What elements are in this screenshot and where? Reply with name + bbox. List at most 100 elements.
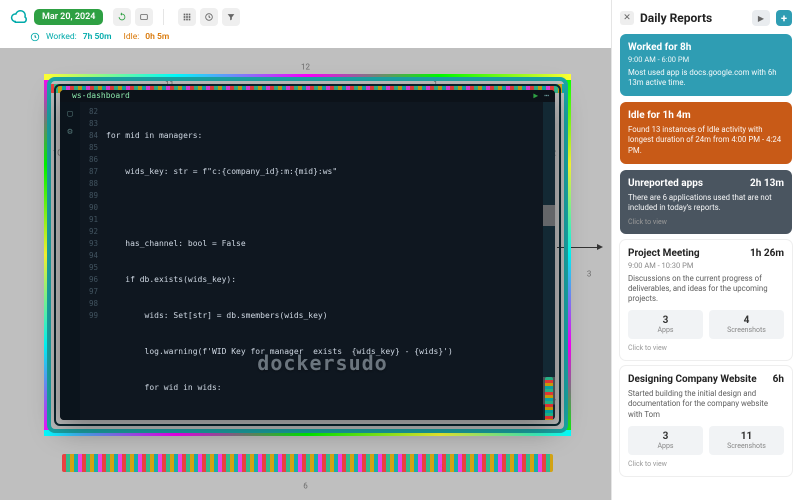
line-number: 90 xyxy=(80,202,98,214)
card-desc: Found 13 instances of Idle activity with… xyxy=(628,125,784,155)
stat-row: 3Apps 11Screenshots xyxy=(628,426,784,455)
line-number: 95 xyxy=(80,262,98,274)
play-icon: ▶ xyxy=(758,14,764,23)
add-report-button[interactable]: + xyxy=(776,10,792,26)
stat-screenshots[interactable]: 4Screenshots xyxy=(709,310,784,339)
line-number: 91 xyxy=(80,214,98,226)
line-number: 85 xyxy=(80,142,98,154)
stat-number: 4 xyxy=(711,315,782,326)
screenshot-stack[interactable]: ws-dashboard ▶ ⋯ publish.py get_managers… xyxy=(40,70,575,440)
code-line: for wid in wids: xyxy=(106,382,537,394)
worked-label: Worked: xyxy=(46,32,77,42)
card-title: Unreported apps xyxy=(628,178,703,189)
left-panel: Mar 20, 2024 Worked: 7h 50m Idle: 0h 5m … xyxy=(0,0,612,500)
reports-header: ✕ Daily Reports ▶ + xyxy=(612,0,800,34)
stat-label: Screenshots xyxy=(711,326,782,334)
code-editor-window: ws-dashboard ▶ ⋯ publish.py get_managers… xyxy=(60,90,555,420)
card-worked[interactable]: Worked for 8h 9:00 AM - 6:00 PM Most use… xyxy=(620,34,792,96)
grid-view-button[interactable] xyxy=(178,8,196,26)
card-project-meeting[interactable]: Project Meeting 1h 26m 9:00 AM - 10:30 PM… xyxy=(620,240,792,360)
stat-apps[interactable]: 3Apps xyxy=(628,426,703,455)
code-line: log.warning(f'WID Key for manager exists… xyxy=(106,346,537,358)
idle-value: 0h 5m xyxy=(145,32,169,42)
code-line: has_channel: bool = False xyxy=(106,238,537,250)
click-to-view: Click to view xyxy=(628,218,784,226)
screenshot-icon xyxy=(139,12,149,22)
stat-number: 11 xyxy=(711,431,782,442)
editor-activity-bar: ▢ ⚙ xyxy=(60,102,80,420)
code-line: wids: Set[str] = db.smembers(wids_key) xyxy=(106,310,537,322)
grid-icon xyxy=(182,12,192,22)
play-reports-button[interactable]: ▶ xyxy=(752,10,770,26)
stat-screenshots[interactable]: 11Screenshots xyxy=(709,426,784,455)
minimap[interactable] xyxy=(543,102,555,420)
card-title: Designing Company Website xyxy=(628,374,757,385)
filter-icon xyxy=(226,12,236,22)
code-line: wids_key: str = f"c:{company_id}:m:{mid}… xyxy=(106,166,537,178)
stat-label: Apps xyxy=(630,326,701,334)
stat-label: Apps xyxy=(630,442,701,450)
code-line: if db.exists(wids_key): xyxy=(106,274,537,286)
card-title: Project Meeting xyxy=(628,248,700,259)
line-number: 86 xyxy=(80,154,98,166)
code-line xyxy=(106,202,537,214)
stat-number: 3 xyxy=(630,315,701,326)
line-number: 94 xyxy=(80,250,98,262)
line-number: 83 xyxy=(80,118,98,130)
line-number: 96 xyxy=(80,274,98,286)
card-unreported[interactable]: Unreported apps2h 13m There are 6 applic… xyxy=(620,170,792,234)
run-icon[interactable]: ▶ xyxy=(533,90,538,102)
card-title: Idle for 1h 4m xyxy=(628,110,691,121)
stat-label: Screenshots xyxy=(711,442,782,450)
card-duration: 6h xyxy=(773,374,784,385)
close-icon: ✕ xyxy=(623,13,631,23)
clock-num-6: 6 xyxy=(303,481,308,490)
timeline-clock-area[interactable]: 12 1 2 3 4 5 6 11 10 ws-dashboard xyxy=(0,48,611,500)
refresh-button[interactable] xyxy=(113,8,131,26)
clock-icon xyxy=(204,12,214,22)
app-root: Mar 20, 2024 Worked: 7h 50m Idle: 0h 5m … xyxy=(0,0,800,500)
editor-titlebar: ws-dashboard ▶ ⋯ xyxy=(60,90,555,102)
plus-icon: + xyxy=(781,12,787,25)
line-number: 92 xyxy=(80,226,98,238)
card-subtitle: 9:00 AM - 10:30 PM xyxy=(628,261,784,270)
editor-body: ▢ ⚙ 82 83 84 85 86 87 88 89 90 xyxy=(60,102,555,420)
line-number: 88 xyxy=(80,178,98,190)
code-line: if isinstance(wid, bytes): wid = wid.dec… xyxy=(106,418,537,420)
stat-row: 3Apps 4Screenshots xyxy=(628,310,784,339)
stat-number: 3 xyxy=(630,431,701,442)
settings-icon[interactable]: ⚙ xyxy=(67,126,72,138)
work-summary-bar: Worked: 7h 50m Idle: 0h 5m xyxy=(0,30,611,48)
clock-num-3: 3 xyxy=(587,270,592,279)
worked-value: 7h 50m xyxy=(83,32,112,42)
debug-icon[interactable]: ⋯ xyxy=(544,90,549,102)
package-icon[interactable]: ▢ xyxy=(67,108,72,120)
reports-title: Daily Reports xyxy=(640,11,746,25)
close-button[interactable]: ✕ xyxy=(620,11,634,25)
card-duration: 1h 26m xyxy=(750,248,784,259)
refresh-icon xyxy=(117,12,127,22)
idle-label: Idle: xyxy=(124,32,140,42)
code-area[interactable]: for mid in managers: wids_key: str = f"c… xyxy=(102,102,543,420)
card-duration: 2h 13m xyxy=(750,178,784,189)
top-toolbar: Mar 20, 2024 xyxy=(0,0,611,30)
time-view-button[interactable] xyxy=(200,8,218,26)
card-desc: Discussions on the current progress of d… xyxy=(628,274,784,304)
line-number: 82 xyxy=(80,106,98,118)
watermark-text: dockersudo xyxy=(257,357,387,369)
card-designing-website[interactable]: Designing Company Website6h Started buil… xyxy=(620,366,792,475)
glitch-strip-right xyxy=(545,377,553,420)
clock-mini-icon xyxy=(30,32,40,42)
line-gutter: 82 83 84 85 86 87 88 89 90 91 92 93 xyxy=(80,102,102,420)
line-number: 99 xyxy=(80,310,98,322)
filter-button[interactable] xyxy=(222,8,240,26)
screenshot-button[interactable] xyxy=(135,8,153,26)
click-to-view: Click to view xyxy=(628,344,784,352)
card-idle[interactable]: Idle for 1h 4m Found 13 instances of Idl… xyxy=(620,102,792,163)
reports-list: Worked for 8h 9:00 AM - 6:00 PM Most use… xyxy=(612,34,800,484)
date-pill[interactable]: Mar 20, 2024 xyxy=(34,9,103,25)
line-number: 97 xyxy=(80,286,98,298)
stat-apps[interactable]: 3Apps xyxy=(628,310,703,339)
glitch-bar-bottom xyxy=(62,454,553,472)
line-number: 84 xyxy=(80,130,98,142)
